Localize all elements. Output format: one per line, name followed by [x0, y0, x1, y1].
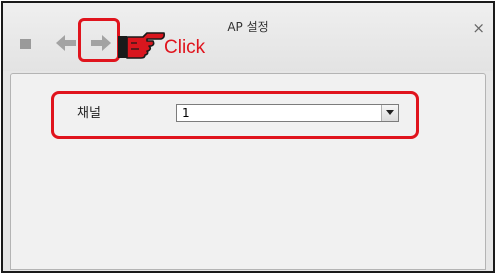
click-annotation-label: Click — [164, 37, 206, 58]
forward-button-highlight — [78, 18, 120, 62]
dropdown-button[interactable] — [381, 105, 398, 121]
close-button[interactable]: × — [472, 21, 485, 36]
channel-select-value: 1 — [182, 106, 190, 120]
chevron-down-icon — [386, 110, 394, 115]
back-arrow-icon[interactable] — [55, 34, 77, 52]
pointing-hand-icon — [118, 32, 165, 59]
channel-label: 채널 — [77, 106, 101, 121]
title-bar: AP 설정 × — [3, 3, 493, 71]
stop-icon[interactable] — [20, 39, 31, 49]
channel-select[interactable]: 1 — [176, 104, 399, 122]
window-title: AP 설정 — [227, 20, 269, 34]
